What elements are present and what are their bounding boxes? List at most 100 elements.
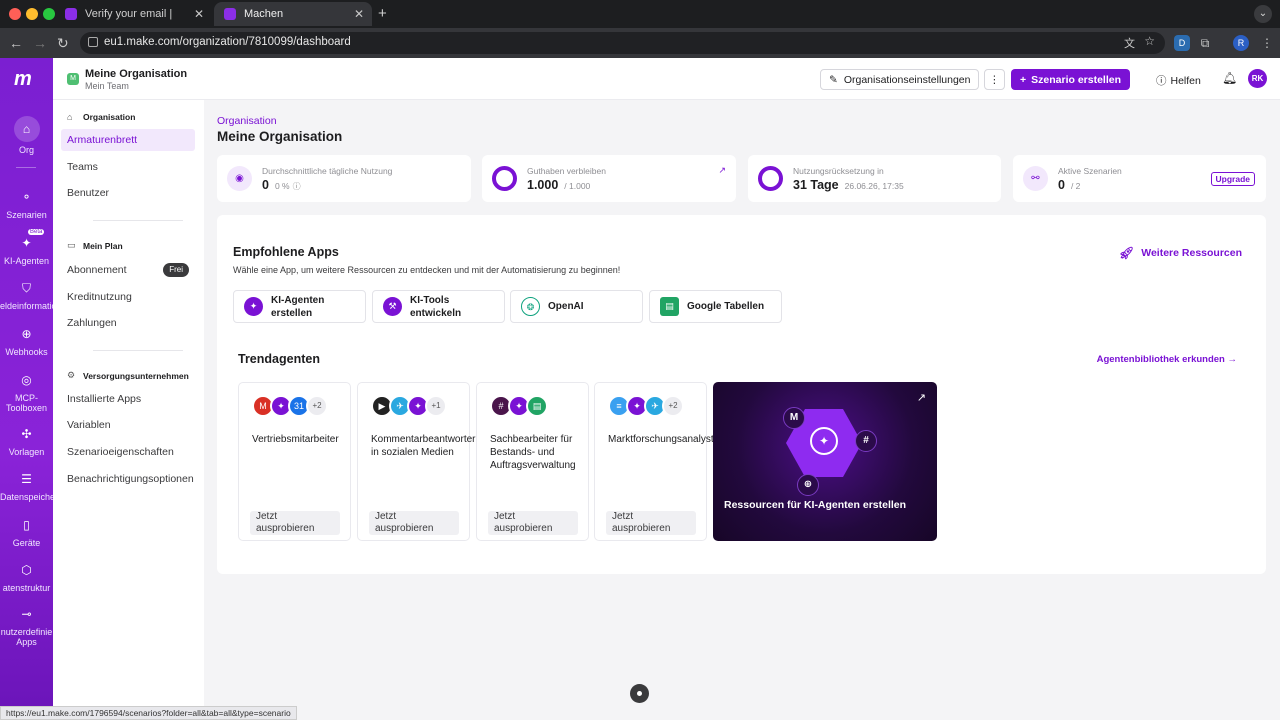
rail-item-ai-agents[interactable]: ✦ Beta KI-Agenten <box>0 229 53 266</box>
floating-help-button[interactable] <box>630 684 649 703</box>
agent-library-link[interactable]: Agentenbibliothek erkunden → <box>1097 354 1237 365</box>
rail-item-scenarios[interactable]: ⚬ Szenarien <box>0 187 53 220</box>
app-icon: ▤ <box>526 395 548 417</box>
profile-icon[interactable]: R <box>1233 35 1249 51</box>
org-settings-button[interactable]: ✎ Organisationseinstellungen <box>820 69 980 90</box>
plan-badge: Frei <box>163 263 189 277</box>
subnav-item-teams[interactable]: Teams <box>61 156 195 178</box>
share-icon: ⚬ <box>21 190 32 204</box>
subnav-item-subscription[interactable]: Abonnement Frei <box>61 259 195 281</box>
rail-item-webhooks[interactable]: ⊕ Webhooks <box>0 324 53 357</box>
rail-label: eldeinformatio <box>0 301 57 311</box>
subnav-item-notification-options[interactable]: Benachrichtigungsoptionen <box>61 468 195 490</box>
more-resources-link[interactable]: 🚀︎ Weitere Ressourcen <box>1119 246 1242 260</box>
stat-value: 0 / 2 <box>1058 178 1080 192</box>
stat-value: 1.000 / 1.000 <box>527 178 590 192</box>
rail-label: Org <box>18 145 34 155</box>
database-icon: ☰ <box>21 472 32 486</box>
browser-tab-bar: Verify your email | ✕ Machen ✕ + ⌄ <box>0 0 1280 28</box>
subnav-item-dashboard[interactable]: Armaturenbrett <box>61 129 195 151</box>
translate-icon[interactable]: 文 <box>1124 35 1135 51</box>
subnav-item-users[interactable]: Benutzer <box>61 182 195 204</box>
section-label: Organisation <box>83 112 136 122</box>
globe-node-icon: ⊕ <box>797 474 819 496</box>
close-tab-icon[interactable]: ✕ <box>354 7 364 21</box>
org-switcher[interactable]: Meine Organisation <box>85 68 187 80</box>
app-card-ai-agents[interactable]: ✦ KI-Agenten erstellen <box>233 290 366 323</box>
stat-value: 0 0 % ⓘ <box>262 178 301 192</box>
agent-app-icons: ≡ ✦ ✈ +2 <box>608 395 684 417</box>
make-logo-icon[interactable]: m <box>14 68 40 90</box>
breadcrumb[interactable]: Organisation <box>217 115 277 127</box>
extension-icon[interactable]: D <box>1174 35 1190 51</box>
create-scenario-button[interactable]: + Szenario erstellen <box>1011 69 1131 90</box>
rail-item-custom-apps[interactable]: ⊸ nutzerdefinie Apps <box>0 604 53 647</box>
rail-item-data-structures[interactable]: ⬡ atenstruktur <box>0 560 53 593</box>
forward-icon[interactable]: → <box>33 35 47 51</box>
kebab-icon: ⋮ <box>989 73 1000 86</box>
puzzle-icon: ✣ <box>21 427 32 441</box>
try-now-button[interactable]: Jetzt ausprobieren <box>488 511 578 535</box>
agent-card[interactable]: # ✦ ▤ Sachbearbeiter für Bestands- und Auft… <box>476 382 589 541</box>
subnav-item-credit-usage[interactable]: Kreditnutzung <box>61 286 195 308</box>
rail-item-devices[interactable]: ▯ Geräte <box>0 515 53 548</box>
subnav-item-variables[interactable]: Variablen <box>61 414 195 436</box>
close-window-button[interactable] <box>9 8 21 20</box>
reload-icon[interactable]: ↻ <box>57 35 69 52</box>
ai-agent-resources-card[interactable]: ↗ ✦ M # ⊕ Ressourcen für KI-Agenten erst… <box>713 382 937 541</box>
info-icon[interactable]: ⓘ <box>293 182 301 191</box>
upgrade-button[interactable]: Upgrade <box>1210 172 1255 186</box>
org-avatar: M <box>67 73 79 85</box>
extensions-puzzle-icon[interactable]: ⧉ <box>1197 35 1213 51</box>
rail-item-org[interactable]: ⌂ Org <box>0 116 53 155</box>
tab-search-icon[interactable]: ⌄ <box>1254 5 1272 23</box>
minimize-window-button[interactable] <box>26 8 38 20</box>
agent-card[interactable]: ▶ ✈ ✦ +1 Kommentarbeantworter in sozialen Me… <box>357 382 476 541</box>
try-now-button[interactable]: Jetzt ausprobieren <box>250 511 340 535</box>
gmail-node-icon: M <box>783 407 805 429</box>
subnav-item-scenario-properties[interactable]: Szenarioeigenschaften <box>61 441 195 463</box>
rail-label: Szenarien <box>6 210 47 220</box>
agent-card[interactable]: M ✦ 31 +2 Vertriebsmitarbeiter Jetzt ausprobi… <box>238 382 351 541</box>
app-card-openai[interactable]: ❂ OpenAI <box>510 290 643 323</box>
browser-menu-icon[interactable]: ⋮ <box>1259 35 1275 51</box>
stat-value: 31 Tage 26.06.26, 17:35 <box>793 178 904 192</box>
subnav-label: Abonnement <box>67 264 127 276</box>
rail-item-datastores[interactable]: ☰ Datenspeiche <box>0 469 55 502</box>
close-tab-icon[interactable]: ✕ <box>194 7 204 21</box>
maximize-window-button[interactable] <box>43 8 55 20</box>
user-avatar[interactable]: RK <box>1248 69 1267 88</box>
eye-icon: ◉ <box>227 166 252 191</box>
bookmark-star-icon[interactable]: ☆ <box>1144 34 1155 48</box>
site-info-icon[interactable] <box>88 37 98 47</box>
commit-icon: ⊸ <box>21 607 32 621</box>
app-card-ai-tools[interactable]: ⚒ KI-Tools entwickeln <box>372 290 505 323</box>
new-tab-icon[interactable]: + <box>378 5 387 22</box>
notifications-bell-icon[interactable]: 🔔︎ <box>1222 71 1237 85</box>
rail-item-mcp-toolboxes[interactable]: ◎ MCP- Toolboxen <box>0 370 53 413</box>
more-options-button[interactable]: ⋮ <box>984 69 1005 90</box>
make-favicon-icon <box>65 8 77 20</box>
stat-label: Nutzungsrücksetzung in <box>793 166 884 176</box>
subnav-item-installed-apps[interactable]: Installierte Apps <box>61 388 195 410</box>
tab-title: Verify your email | <box>85 8 173 20</box>
url-field[interactable]: eu1.make.com/organization/7810099/dashbo… <box>80 32 1165 54</box>
agent-app-icons: ▶ ✈ ✦ +1 <box>371 395 447 417</box>
section-header-plan: ▭ Mein Plan <box>67 240 123 251</box>
try-now-button[interactable]: Jetzt ausprobieren <box>369 511 459 535</box>
back-icon[interactable]: ← <box>9 35 23 51</box>
rail-item-templates[interactable]: ✣ Vorlagen <box>0 424 53 457</box>
rail-item-reports[interactable]: ⛉ eldeinformatio <box>0 278 57 311</box>
more-apps-count: +1 <box>425 395 447 417</box>
browser-tab-active[interactable]: Machen ✕ <box>214 2 372 26</box>
app-card-google-sheets[interactable]: ▤ Google Tabellen <box>649 290 782 323</box>
agent-card[interactable]: ≡ ✦ ✈ +2 Marktforschungsanalyst Jetzt ausprob… <box>594 382 714 541</box>
try-now-button[interactable]: Jetzt ausprobieren <box>606 511 696 535</box>
tab-title: Machen <box>244 8 284 20</box>
browser-tab[interactable]: Verify your email | ✕ <box>55 2 212 26</box>
subnav-item-payments[interactable]: Zahlungen <box>61 312 195 334</box>
page-title: Meine Organisation <box>217 129 343 144</box>
external-link-icon[interactable]: ↗ <box>718 165 726 176</box>
divider <box>93 220 183 221</box>
help-button[interactable]: ⓘ Helfen <box>1156 73 1201 88</box>
